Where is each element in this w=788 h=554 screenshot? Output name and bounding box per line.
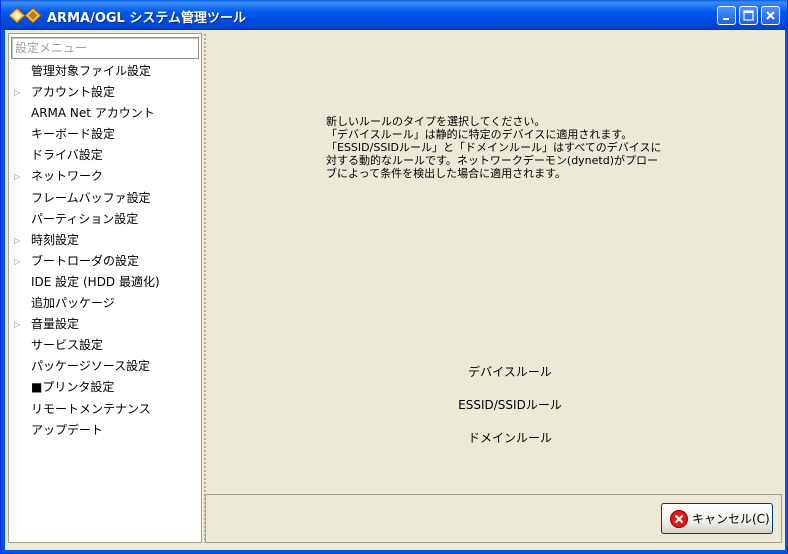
expand-triangle-icon[interactable]: ▷ (14, 230, 20, 251)
close-button[interactable] (761, 6, 780, 25)
sidebar-menu-item-label: キーボード設定 (31, 127, 116, 142)
sidebar-menu-item-label: フレームバッファ設定 (31, 190, 151, 205)
sidebar-menu-item-label: ブートローダの設定 (31, 253, 140, 268)
sidebar-menu-item[interactable]: ■プリンタ設定 (9, 377, 201, 398)
expand-triangle-icon[interactable]: ▷ (14, 82, 20, 103)
title-bar[interactable]: ARMA/OGL システム管理ツール (1, 0, 787, 30)
sidebar-menu-item-label: 音量設定 (31, 317, 80, 332)
essid-ssid-rule-button[interactable]: ESSID/SSIDルール (410, 394, 610, 416)
sidebar-menu-item-label: 追加パッケージ (31, 296, 115, 311)
sidebar-menu-item[interactable]: ▷ 時刻設定 (9, 230, 201, 251)
sidebar-menu-item-label: ドライバ設定 (31, 148, 103, 163)
dialog-footer: キャンセル(C) (205, 494, 782, 543)
expand-triangle-icon[interactable]: ▷ (14, 314, 20, 335)
cancel-icon (670, 509, 688, 528)
sidebar-menu-item[interactable]: ARMA Net アカウント (9, 103, 201, 124)
sidebar-menu-item-label: ネットワーク (31, 169, 104, 184)
settings-menu-search-input[interactable] (11, 37, 199, 59)
pane-splitter[interactable] (203, 33, 207, 543)
domain-rule-button[interactable]: ドメインルール (410, 427, 610, 449)
sidebar-menu-item[interactable]: パーティション設定 (9, 209, 201, 230)
app-window: ARMA/OGL システム管理ツール 管理対象ファイル設定 ▷ アカウント設定 ARM… (0, 0, 788, 554)
sidebar-menu-item-label: リモートメンテナンス (31, 401, 151, 416)
sidebar-menu-item[interactable]: 管理対象ファイル設定 (9, 61, 201, 82)
sidebar-menu-item-label: アップデート (31, 422, 104, 437)
close-icon (766, 11, 775, 20)
maximize-icon (743, 10, 754, 21)
sidebar-menu-item[interactable]: IDE 設定 (HDD 最適化) (9, 272, 201, 293)
window-title: ARMA/OGL システム管理ツール (47, 11, 246, 26)
sidebar-menu-item[interactable]: リモートメンテナンス (9, 399, 201, 420)
sidebar-menu-item-label: 時刻設定 (31, 232, 80, 247)
sidebar-menu-item[interactable]: パッケージソース設定 (9, 356, 201, 377)
minimize-icon (723, 18, 729, 20)
sidebar-menu-item[interactable]: キーボード設定 (9, 124, 201, 145)
rule-type-description: 新しいルールのタイプを選択してください。 「デバイスルール」は静的に特定のデバイ… (326, 115, 662, 180)
sidebar-menu-item[interactable]: フレームバッファ設定 (9, 188, 201, 209)
sidebar-menu-item-label: IDE 設定 (HDD 最適化) (31, 274, 160, 289)
sidebar-menu-item-label: ARMA Net アカウント (31, 106, 155, 121)
sidebar-menu-item[interactable]: ▷ アカウント設定 (9, 82, 201, 103)
sidebar-menu-item[interactable]: サービス設定 (9, 335, 201, 356)
cancel-button[interactable]: キャンセル(C) (661, 503, 773, 534)
sidebar-menu-item-label: パッケージソース設定 (31, 359, 151, 374)
sidebar-menu-item-label: アカウント設定 (31, 85, 116, 100)
arma-diamond-icon (9, 7, 42, 24)
sidebar-menu-item[interactable]: アップデート (9, 420, 201, 441)
sidebar-menu-item[interactable]: ▷ ネットワーク (9, 166, 201, 187)
sidebar-menu-item[interactable]: 追加パッケージ (9, 293, 201, 314)
sidebar-menu-item[interactable]: ▷ 音量設定 (9, 314, 201, 335)
expand-triangle-icon[interactable]: ▷ (14, 166, 20, 187)
sidebar-menu-item-label: ■プリンタ設定 (31, 380, 115, 395)
device-rule-button[interactable]: デバイスルール (410, 361, 610, 383)
expand-triangle-icon[interactable]: ▷ (14, 251, 20, 272)
sidebar-menu-item-label: サービス設定 (31, 338, 104, 353)
sidebar-menu-item-label: パーティション設定 (31, 211, 139, 226)
sidebar-menu-item[interactable]: ドライバ設定 (9, 145, 201, 166)
settings-sidebar: 管理対象ファイル設定 ▷ アカウント設定 ARMA Net アカウントキーボード設定ド… (8, 33, 202, 543)
cancel-button-label: キャンセル(C) (692, 512, 770, 526)
rule-type-panel: 新しいルールのタイプを選択してください。 「デバイスルール」は静的に特定のデバイ… (210, 33, 782, 491)
maximize-button[interactable] (739, 6, 758, 25)
sidebar-menu-item-label: 管理対象ファイル設定 (31, 64, 152, 78)
settings-menu-list: 管理対象ファイル設定 ▷ アカウント設定 ARMA Net アカウント キーボード設定ド… (9, 61, 201, 441)
client-area: 管理対象ファイル設定▷アカウント設定ARMA Net アカウントキーボード設定ド… (5, 30, 785, 550)
sidebar-menu-item[interactable]: ▷ ブートローダの設定 (9, 251, 201, 272)
minimize-button[interactable] (717, 6, 736, 25)
